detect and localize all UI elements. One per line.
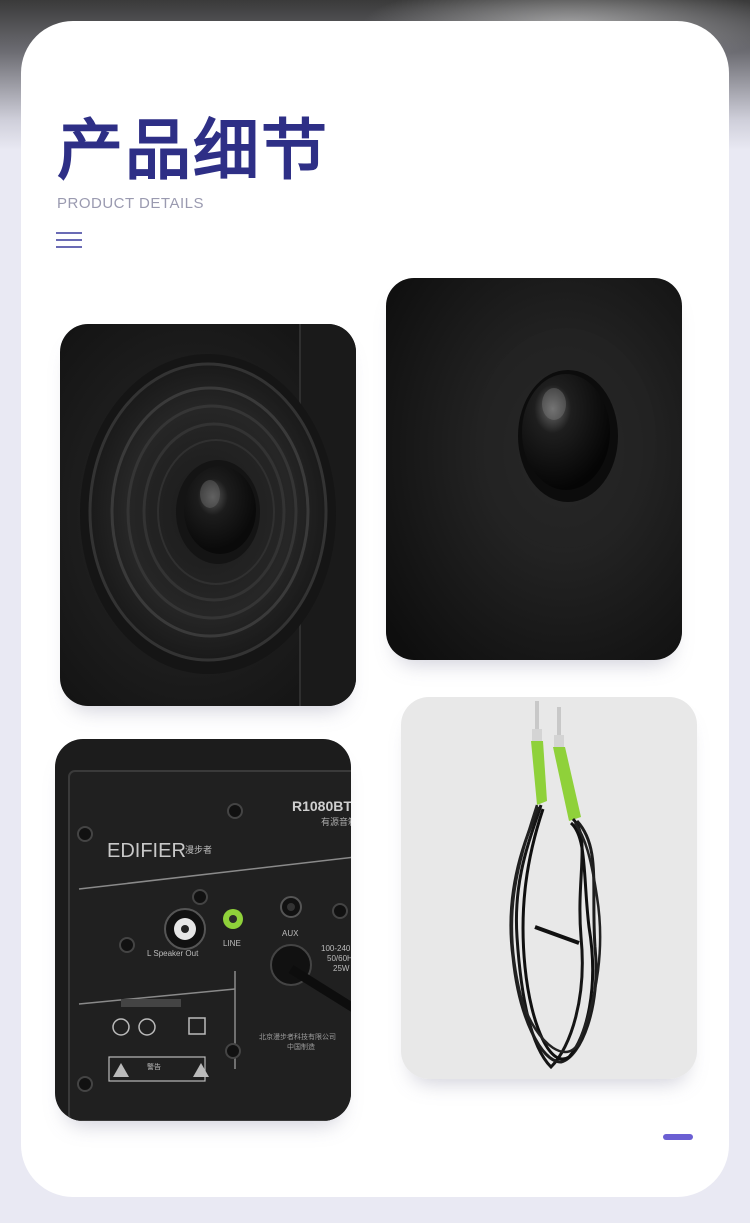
panel-speaker-out-label: L Speaker Out — [147, 949, 199, 958]
menu-icon[interactable] — [56, 232, 82, 249]
panel-brand-text: EDIFIER — [107, 840, 186, 862]
panel-model-text: R1080BT — [292, 798, 351, 814]
page-indicator[interactable] — [663, 1134, 693, 1140]
panel-aux-label: AUX — [282, 929, 299, 938]
panel-model-cn-text: 有源音箱 — [321, 816, 351, 828]
panel-brand-cn-text: 漫步者 — [185, 844, 212, 856]
panel-line-label: LINE — [223, 939, 241, 948]
page-subtitle: PRODUCT DETAILS — [57, 195, 204, 212]
tweeter-photo — [386, 278, 682, 660]
woofer-photo — [60, 324, 356, 706]
page-title: 产品细节 — [57, 112, 329, 189]
panel-made-in-text: 中国制造 — [287, 1042, 315, 1051]
panel-warning-text: 警告 — [147, 1062, 161, 1071]
panel-power-spec-2: 50/60H — [327, 954, 351, 963]
panel-power-spec-3: 25W — [333, 964, 350, 973]
back-panel-photo: EDIFIER 漫步者 R1080BT 有源音箱 L Speaker Out L… — [55, 739, 351, 1121]
panel-power-spec-1: 100-240 — [321, 944, 351, 953]
panel-maker-text: 北京漫步者科技有限公司 — [259, 1032, 336, 1041]
audio-cable-photo — [401, 697, 697, 1079]
